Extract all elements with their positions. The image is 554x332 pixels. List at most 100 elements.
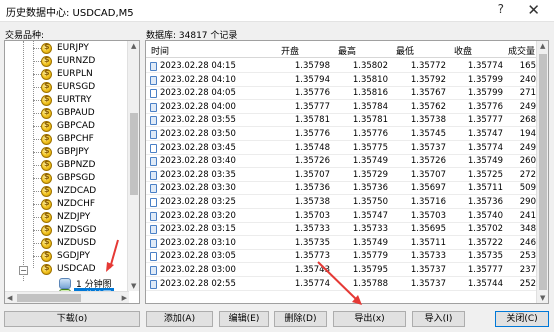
file-icon (150, 225, 157, 235)
table-vertical-scrollbar[interactable]: ▲ ▼ (536, 41, 548, 303)
table-row[interactable]: 2023.02.28 03:50 1.35776 1.35776 1.35745 1.3… (146, 128, 538, 141)
column-header-time[interactable]: 时间 (151, 44, 169, 57)
table-row[interactable]: 2023.02.28 04:05 1.35776 1.35816 1.35767 1.3… (146, 87, 538, 101)
tree-item[interactable]: EURSGD (5, 81, 129, 94)
tree-horizontal-scrollbar[interactable]: ◀ ▶ (5, 291, 129, 303)
file-icon (150, 184, 157, 194)
table-row[interactable]: 2023.02.28 03:05 1.35773 1.35779 1.35733 1.3… (146, 250, 538, 264)
table-row[interactable]: 2023.02.28 03:40 1.35726 1.35749 1.35726 1.3… (146, 155, 538, 169)
table-cell: 1.35788 (352, 278, 388, 289)
tree-item[interactable]: GBPJPY (5, 146, 129, 159)
table-cell: 1.35779 (352, 251, 388, 262)
table-row[interactable]: 2023.02.28 03:35 1.35707 1.35729 1.35707 1.3… (146, 169, 538, 182)
column-header-low[interactable]: 最低 (396, 44, 414, 57)
scroll-thumb[interactable] (17, 294, 81, 302)
table-cell: 2023.02.28 03:15 (160, 224, 236, 235)
table-row[interactable]: 2023.02.28 02:55 1.35774 1.35788 1.35737 1.3… (146, 278, 538, 291)
file-icon (150, 143, 157, 153)
table-row[interactable]: 2023.02.28 03:55 1.35781 1.35781 1.35738 1.3… (146, 114, 538, 128)
tree-connector (33, 191, 41, 192)
coin-icon (41, 68, 52, 80)
column-header-close[interactable]: 收盘 (454, 44, 472, 57)
table-cell: 1.35707 (410, 169, 446, 180)
table-row[interactable]: 2023.02.28 03:00 1.35743 1.35795 1.35737 1.3… (146, 264, 538, 277)
tree-item[interactable]: GBPCHF (5, 133, 129, 146)
coin-icon (41, 120, 52, 132)
tree-item[interactable]: NZDCHF (5, 198, 129, 211)
table-row[interactable]: 2023.02.28 03:15 1.35733 1.35733 1.35695 1.3… (146, 223, 538, 237)
column-header-open[interactable]: 开盘 (281, 44, 299, 57)
coin-icon (41, 94, 52, 106)
tree-item[interactable]: GBPCAD (5, 120, 129, 133)
tree-item-label: GBPSGD (57, 173, 96, 183)
table-cell: 1.35707 (294, 169, 330, 180)
table-row[interactable]: 2023.02.28 04:00 1.35777 1.35784 1.35762 1.3… (146, 101, 538, 114)
column-header-volume[interactable]: 成交量 (508, 44, 535, 57)
table-row[interactable]: 2023.02.28 04:15 1.35798 1.35802 1.35772 1.3… (146, 60, 538, 73)
tree-connector (33, 217, 41, 218)
file-icon (150, 252, 157, 262)
tree-item[interactable]: NZDUSD (5, 237, 129, 250)
download-button[interactable]: 下载(o) (4, 311, 140, 327)
tree-item[interactable]: NZDCAD (5, 185, 129, 198)
scroll-down-icon[interactable]: ▼ (131, 282, 136, 290)
column-header-high[interactable]: 最高 (338, 44, 356, 57)
tree-connector (33, 126, 41, 127)
table-row[interactable]: 2023.02.28 03:30 1.35736 1.35736 1.35697 1.3… (146, 182, 538, 196)
tree-item[interactable]: − USDCAD (5, 263, 129, 276)
scroll-right-icon[interactable]: ▶ (122, 294, 127, 302)
scroll-up-icon[interactable]: ▲ (131, 42, 136, 50)
table-cell: 2023.02.28 03:00 (160, 265, 236, 275)
coin-icon (41, 198, 52, 210)
tree-item[interactable]: EURNZD (5, 55, 129, 68)
tree-item[interactable]: EURJPY (5, 42, 129, 55)
help-button[interactable]: ? (498, 2, 504, 16)
scroll-thumb[interactable] (539, 54, 547, 290)
table-cell: 194 (519, 129, 536, 139)
close-button[interactable]: 关闭(C) (495, 311, 549, 327)
delete-button[interactable]: 删除(D) (274, 311, 327, 327)
tree-item[interactable]: GBPSGD (5, 172, 129, 185)
table-cell: 1.35749 (352, 237, 388, 248)
file-icon (150, 75, 157, 85)
coin-icon (41, 211, 52, 223)
tree-item[interactable]: GBPAUD (5, 107, 129, 120)
table-cell: 1.35740 (467, 210, 503, 221)
tree-connector (33, 113, 41, 114)
table-cell: 2023.02.28 03:30 (160, 183, 236, 194)
tree-item-label: EURJPY (57, 43, 89, 53)
table-cell: 2023.02.28 03:45 (160, 142, 236, 153)
add-button[interactable]: 添加(A) (146, 311, 213, 327)
import-button[interactable]: 导入(I) (412, 311, 465, 327)
table-row[interactable]: 2023.02.28 03:10 1.35735 1.35749 1.35711 1.3… (146, 237, 538, 250)
table-cell: 1.35703 (294, 210, 330, 221)
export-button[interactable]: 导出(x) (333, 311, 406, 327)
scroll-down-icon[interactable]: ▼ (540, 294, 545, 302)
tree-item[interactable]: GBPNZD (5, 159, 129, 172)
scroll-up-icon[interactable]: ▲ (540, 42, 545, 50)
tree-item[interactable]: EURTRY (5, 94, 129, 107)
tree-item[interactable]: NZDSGD (5, 224, 129, 237)
history-table[interactable]: 时间 开盘 最高 最低 收盘 成交量 2023.02.28 04:15 1.357… (145, 40, 549, 304)
table-row[interactable]: 2023.02.28 03:45 1.35748 1.35775 1.35737 1.3… (146, 142, 538, 155)
tree-item[interactable]: SGDJPY (5, 250, 129, 263)
tree-item[interactable]: NZDJPY (5, 211, 129, 224)
table-cell: 2023.02.28 04:05 (160, 88, 236, 99)
scroll-left-icon[interactable]: ◀ (7, 294, 12, 302)
coin-icon (41, 55, 52, 67)
table-cell: 1.35729 (352, 169, 388, 180)
collapse-icon[interactable]: − (19, 266, 28, 275)
tree-item[interactable]: EURPLN (5, 68, 129, 81)
table-row[interactable]: 2023.02.28 04:10 1.35794 1.35810 1.35792 1.3… (146, 74, 538, 87)
table-cell: 260 (519, 156, 536, 167)
symbol-tree[interactable]: EURJPY EURNZD EURPLN EURSGD EURTRY GBPAUD GBPC… (4, 40, 140, 304)
scroll-thumb[interactable] (130, 113, 138, 195)
edit-button[interactable]: 编辑(E) (219, 311, 269, 327)
table-cell: 1.35773 (294, 251, 330, 262)
tree-vertical-scrollbar[interactable]: ▲ ▼ (127, 41, 139, 291)
table-row[interactable]: 2023.02.28 03:20 1.35703 1.35747 1.35703 1.3… (146, 210, 538, 223)
table-cell: 1.35762 (410, 101, 446, 112)
close-window-button[interactable]: ✕ (527, 1, 540, 19)
table-row[interactable]: 2023.02.28 03:25 1.35738 1.35750 1.35716 1.3… (146, 196, 538, 209)
table-cell: 1.35726 (294, 156, 330, 167)
